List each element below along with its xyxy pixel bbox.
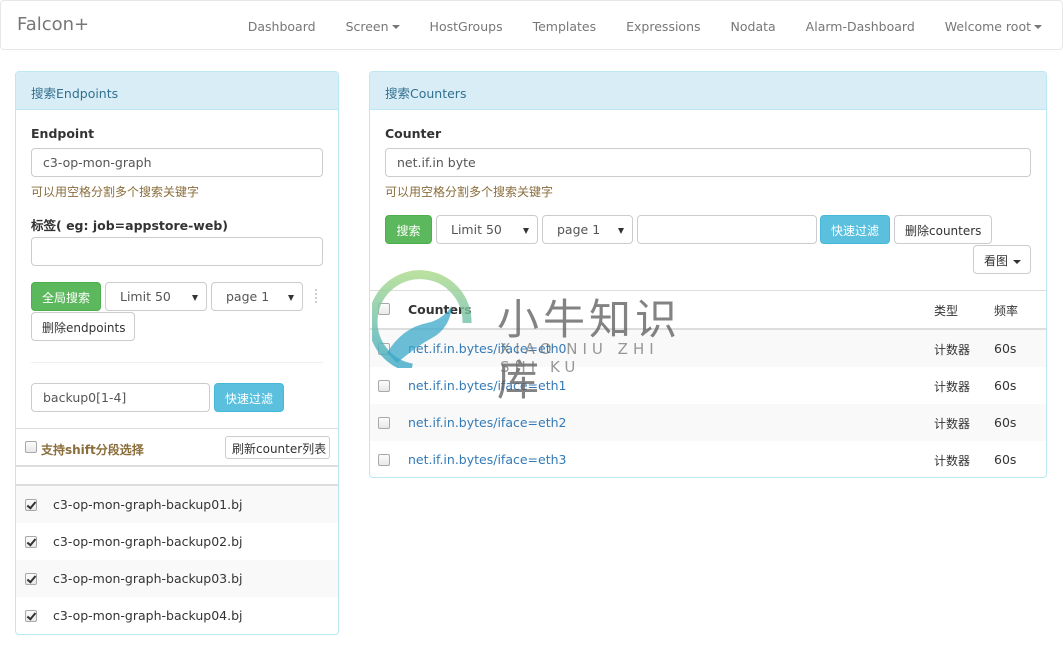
counter-filter-input[interactable] [637, 215, 817, 244]
nav-expressions[interactable]: Expressions [626, 19, 700, 34]
endpoint-limit-select[interactable]: Limit 50 [105, 282, 207, 311]
more-options-handle [315, 289, 317, 303]
dropdown-arrow-icon [618, 228, 624, 234]
endpoint-row[interactable]: c3-op-mon-graph-backup01.bj [16, 486, 338, 523]
endpoint-page-value: page 1 [226, 289, 270, 304]
counter-row: net.if.in.bytes/iface=eth0 计数器 60s [370, 330, 1046, 367]
nav-screen[interactable]: Screen [346, 19, 400, 34]
brand-logo[interactable]: Falcon+ [17, 14, 89, 35]
counter-checkbox[interactable] [378, 380, 390, 392]
refresh-counter-list-button[interactable]: 刷新counter列表 [225, 436, 330, 459]
counter-quick-filter-button[interactable]: 快速过滤 [820, 215, 890, 244]
counter-limit-value: Limit 50 [451, 222, 502, 237]
dropdown-arrow-icon [288, 295, 294, 301]
column-header-counters: Counters [408, 302, 472, 317]
endpoint-row[interactable]: c3-op-mon-graph-backup03.bj [16, 560, 338, 597]
counters-table-header: Counters 类型 频率 [370, 291, 1046, 328]
caret-down-icon [1013, 259, 1022, 264]
endpoint-quick-filter-button[interactable]: 快速过滤 [214, 383, 284, 412]
global-search-button[interactable]: 全局搜索 [31, 282, 101, 311]
dropdown-arrow-icon [192, 295, 198, 301]
counters-panel: 搜索Counters Counter 可以用空格分割多个搜索关键字 搜索 Lim… [369, 71, 1047, 478]
counter-link[interactable]: net.if.in.bytes/iface=eth0 [408, 341, 566, 356]
shift-select-label: 支持shift分段选择 [41, 443, 144, 457]
endpoint-name: c3-op-mon-graph-backup01.bj [53, 497, 243, 512]
endpoint-name: c3-op-mon-graph-backup02.bj [53, 534, 243, 549]
counter-type: 计数器 [934, 454, 971, 468]
endpoint-name: c3-op-mon-graph-backup03.bj [53, 571, 243, 586]
divider [31, 362, 323, 363]
divider [16, 428, 338, 429]
endpoint-checkbox[interactable] [25, 610, 37, 622]
counter-type: 计数器 [934, 343, 971, 357]
endpoint-limit-value: Limit 50 [120, 289, 171, 304]
counter-checkbox[interactable] [378, 454, 390, 466]
dropdown-arrow-icon [523, 228, 529, 234]
select-all-counters-checkbox[interactable] [378, 303, 390, 315]
divider [16, 465, 338, 467]
counter-page-value: page 1 [557, 222, 601, 237]
counter-row: net.if.in.bytes/iface=eth1 计数器 60s [370, 367, 1046, 404]
endpoints-panel: 搜索Endpoints Endpoint 可以用空格分割多个搜索关键字 标签( … [15, 71, 339, 635]
navbar: Falcon+ Dashboard Screen HostGroups Temp… [0, 0, 1063, 50]
delete-counters-button[interactable]: 删除counters [894, 215, 992, 244]
counter-link[interactable]: net.if.in.bytes/iface=eth3 [408, 452, 566, 467]
counter-frequency: 60s [994, 341, 1017, 356]
tag-input[interactable] [31, 237, 323, 266]
column-header-frequency: 频率 [994, 304, 1019, 318]
endpoint-input[interactable] [31, 148, 323, 177]
endpoint-checkbox[interactable] [25, 499, 37, 511]
nav-user-label: Welcome root [944, 18, 1031, 34]
nav-menu: Dashboard Screen HostGroups Templates Ex… [218, 1, 1042, 51]
nav-alarm-dashboard[interactable]: Alarm-Dashboard [806, 19, 915, 34]
nav-nodata[interactable]: Nodata [731, 19, 776, 34]
endpoint-checkbox[interactable] [25, 573, 37, 585]
counter-checkbox[interactable] [378, 343, 390, 355]
counter-help-text: 可以用空格分割多个搜索关键字 [385, 185, 554, 199]
counter-type: 计数器 [934, 380, 971, 394]
endpoints-panel-title: 搜索Endpoints [16, 72, 338, 110]
counter-frequency: 60s [994, 452, 1017, 467]
endpoint-label: Endpoint [31, 126, 95, 141]
counter-page-select[interactable]: page 1 [542, 215, 633, 244]
endpoint-checkbox[interactable] [25, 536, 37, 548]
endpoint-page-select[interactable]: page 1 [211, 282, 303, 311]
counter-row: net.if.in.bytes/iface=eth3 计数器 60s [370, 441, 1046, 478]
view-graph-label: 看图 [984, 254, 1009, 268]
nav-screen-label: Screen [345, 18, 389, 34]
counter-link[interactable]: net.if.in.bytes/iface=eth1 [408, 378, 566, 393]
counter-type: 计数器 [934, 417, 971, 431]
endpoint-filter-input[interactable] [31, 383, 210, 412]
shift-select-checkbox[interactable] [25, 441, 37, 453]
counter-link[interactable]: net.if.in.bytes/iface=eth2 [408, 415, 566, 430]
counter-limit-select[interactable]: Limit 50 [436, 215, 538, 244]
counter-label: Counter [385, 126, 442, 141]
caret-down-icon [391, 25, 400, 29]
counter-checkbox[interactable] [378, 417, 390, 429]
delete-endpoints-button[interactable]: 删除endpoints [31, 312, 135, 341]
counter-frequency: 60s [994, 378, 1017, 393]
counter-row: net.if.in.bytes/iface=eth2 计数器 60s [370, 404, 1046, 441]
nav-templates[interactable]: Templates [533, 19, 597, 34]
counter-input[interactable] [385, 148, 1031, 177]
counters-panel-title: 搜索Counters [370, 72, 1046, 110]
nav-user-menu[interactable]: Welcome root [945, 19, 1042, 34]
column-header-type: 类型 [934, 304, 959, 318]
nav-hostgroups[interactable]: HostGroups [430, 19, 503, 34]
counter-search-button[interactable]: 搜索 [385, 215, 432, 244]
endpoint-row[interactable]: c3-op-mon-graph-backup02.bj [16, 523, 338, 560]
endpoint-help-text: 可以用空格分割多个搜索关键字 [31, 185, 200, 199]
tag-label: 标签( eg: job=appstore-web) [31, 218, 228, 233]
counter-frequency: 60s [994, 415, 1017, 430]
nav-dashboard[interactable]: Dashboard [248, 19, 316, 34]
caret-down-icon [1034, 25, 1042, 29]
view-graph-dropdown-button[interactable]: 看图 [973, 245, 1031, 274]
endpoint-name: c3-op-mon-graph-backup04.bj [53, 608, 243, 623]
endpoint-row[interactable]: c3-op-mon-graph-backup04.bj [16, 597, 338, 634]
